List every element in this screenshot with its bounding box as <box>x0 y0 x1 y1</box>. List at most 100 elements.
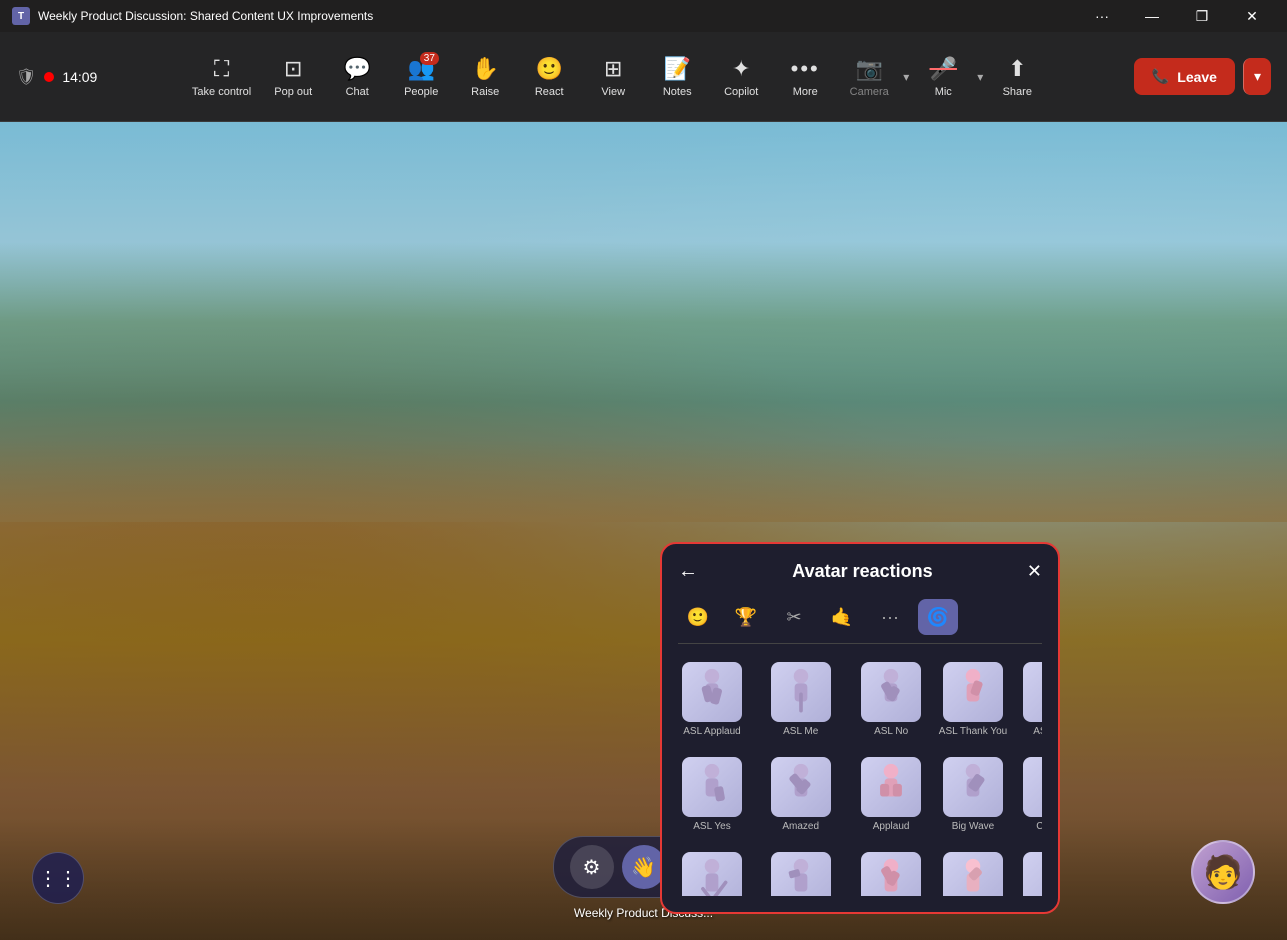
asl-applaud-figure <box>682 662 742 722</box>
reaction-asl-this[interactable]: ASL This <box>1019 656 1042 743</box>
asl-me-label: ASL Me <box>783 726 818 737</box>
big-wave-figure <box>943 757 1003 817</box>
asl-this-figure <box>1023 662 1042 722</box>
camera-icon: 📷 <box>856 56 883 82</box>
asl-thank-you-label: ASL Thank You <box>939 726 1007 737</box>
reaction-asl-applaud[interactable]: ASL Applaud <box>678 656 746 743</box>
bottom-bar: ⋮⋮ ⚙ 👋 🙂 Weekly Product Discuss... 🧑 <box>0 818 1287 940</box>
reaction-check[interactable]: Check <box>678 846 746 896</box>
notes-icon: 📝 <box>664 56 691 82</box>
raise-icon: ✋ <box>472 56 499 82</box>
leave-dropdown-button[interactable]: ▾ <box>1243 58 1271 95</box>
meeting-time: 14:09 <box>62 69 97 85</box>
people-count-badge: 37 <box>420 52 439 65</box>
maximize-button[interactable]: ❐ <box>1179 0 1225 32</box>
cat-tab-emoji[interactable]: 🙂 <box>678 599 718 635</box>
reaction-cheers-salute[interactable]: Cheers Salute <box>855 846 926 896</box>
pop-out-icon: ⊡ <box>284 56 302 82</box>
reaction-applaud[interactable]: Applaud <box>855 751 926 838</box>
toolbar-center: ⛶ Take control ⊡ Pop out 💬 Chat 👥 37 Peo… <box>184 42 1047 112</box>
mic-button[interactable]: 🎤 Mic <box>913 42 973 112</box>
main-content: ← Avatar reactions ✕ 🙂 🏆 ✂ 🤙 ··· 🌀 <box>0 122 1287 940</box>
cat-tab-dots[interactable]: ··· <box>870 599 910 635</box>
reaction-asl-thank-you[interactable]: ASL Thank You <box>935 656 1011 743</box>
reaction-big-wave[interactable]: Big Wave <box>935 751 1011 838</box>
react-icon: 🙂 <box>536 56 563 82</box>
people-label: People <box>404 86 438 98</box>
category-tabs: 🙂 🏆 ✂ 🤙 ··· 🌀 <box>678 599 1042 644</box>
recording-indicator <box>44 72 54 82</box>
reaction-asl-me[interactable]: ASL Me <box>754 656 847 743</box>
close-button[interactable]: ✕ <box>1229 0 1275 32</box>
big-wave-label: Big Wave <box>952 821 994 832</box>
raise-label: Raise <box>471 86 499 98</box>
leave-button[interactable]: 📞 Leave <box>1134 58 1235 95</box>
call-me-figure <box>1023 757 1042 817</box>
panel-back-button[interactable]: ← <box>678 560 698 583</box>
reaction-call-me[interactable]: Call Me <box>1019 751 1042 838</box>
chat-button[interactable]: 💬 Chat <box>327 42 387 112</box>
asl-applaud-label: ASL Applaud <box>683 726 740 737</box>
people-button[interactable]: 👥 37 People <box>391 42 451 112</box>
asl-yes-label: ASL Yes <box>693 821 730 832</box>
amazed-figure <box>771 757 831 817</box>
share-button[interactable]: ⬆ Share <box>987 42 1047 112</box>
teams-icon: T <box>12 7 30 25</box>
camera-dropdown-arrow[interactable]: ▾ <box>903 70 909 84</box>
reaction-chefs-kiss[interactable]: Chef's Kiss <box>935 846 1011 896</box>
reaction-asl-yes[interactable]: ASL Yes <box>678 751 746 838</box>
title-bar-title: Weekly Product Discussion: Shared Conten… <box>38 9 373 23</box>
avatar-emote-button[interactable]: 👋 <box>622 845 666 889</box>
reaction-amazed[interactable]: Amazed <box>754 751 847 838</box>
take-control-button[interactable]: ⛶ Take control <box>184 42 259 112</box>
cat-tab-special[interactable]: 🌀 <box>918 599 958 635</box>
club-dance-figure <box>1023 852 1042 896</box>
raise-button[interactable]: ✋ Raise <box>455 42 515 112</box>
reaction-club-dance[interactable]: Club Dance <box>1019 846 1042 896</box>
mic-label: Mic <box>935 86 952 98</box>
view-button[interactable]: ⊞ View <box>583 42 643 112</box>
reaction-check-horizon[interactable]: Check The Horizon <box>754 846 847 896</box>
pop-out-label: Pop out <box>274 86 312 98</box>
camera-button[interactable]: 📷 Camera <box>839 42 899 112</box>
people-icon-wrap: 👥 37 <box>408 56 435 82</box>
avatar-settings-button[interactable]: ⚙ <box>570 845 614 889</box>
share-icon: ⬆ <box>1008 56 1026 82</box>
chat-icon: 💬 <box>344 56 371 81</box>
grid-icon: ⋮⋮ <box>38 866 78 891</box>
mic-dropdown-arrow[interactable]: ▾ <box>977 70 983 84</box>
amazed-label: Amazed <box>782 821 819 832</box>
panel-close-button[interactable]: ✕ <box>1027 561 1042 582</box>
avatar-face-icon: 🧑 <box>1203 853 1243 891</box>
shield-icon: 🛡 <box>16 67 36 87</box>
toolbar-left: 🛡 14:09 <box>16 67 97 87</box>
asl-yes-figure <box>682 757 742 817</box>
phone-end-icon: 📞 <box>1152 68 1169 85</box>
check-figure <box>682 852 742 896</box>
applaud-figure <box>861 757 921 817</box>
cheers-salute-figure <box>861 852 921 896</box>
pop-out-button[interactable]: ⊡ Pop out <box>263 42 323 112</box>
notes-button[interactable]: 📝 Notes <box>647 42 707 112</box>
copilot-button[interactable]: ✦ Copilot <box>711 42 771 112</box>
copilot-icon: ✦ <box>732 56 750 82</box>
chat-icon-wrap: 💬 <box>344 56 371 82</box>
chat-label: Chat <box>346 86 369 98</box>
grid-view-button[interactable]: ⋮⋮ <box>32 852 84 904</box>
cat-tab-trophy[interactable]: 🏆 <box>726 599 766 635</box>
view-label: View <box>601 86 625 98</box>
asl-me-figure <box>771 662 831 722</box>
more-options-button[interactable]: ··· <box>1079 0 1125 32</box>
asl-no-figure <box>861 662 921 722</box>
toolbar-right: 📞 Leave ▾ <box>1134 58 1271 95</box>
minimize-button[interactable]: — <box>1129 0 1175 32</box>
asl-this-label: ASL This <box>1033 726 1042 737</box>
asl-thank-you-figure <box>943 662 1003 722</box>
cat-tab-scissors[interactable]: ✂ <box>774 599 814 635</box>
title-bar-left: T Weekly Product Discussion: Shared Cont… <box>12 7 373 25</box>
more-button[interactable]: ••• More <box>775 42 835 112</box>
cat-tab-hand[interactable]: 🤙 <box>822 599 862 635</box>
avatar-emote-icon: 👋 <box>631 855 656 880</box>
reaction-asl-no[interactable]: ASL No <box>855 656 926 743</box>
react-button[interactable]: 🙂 React <box>519 42 579 112</box>
